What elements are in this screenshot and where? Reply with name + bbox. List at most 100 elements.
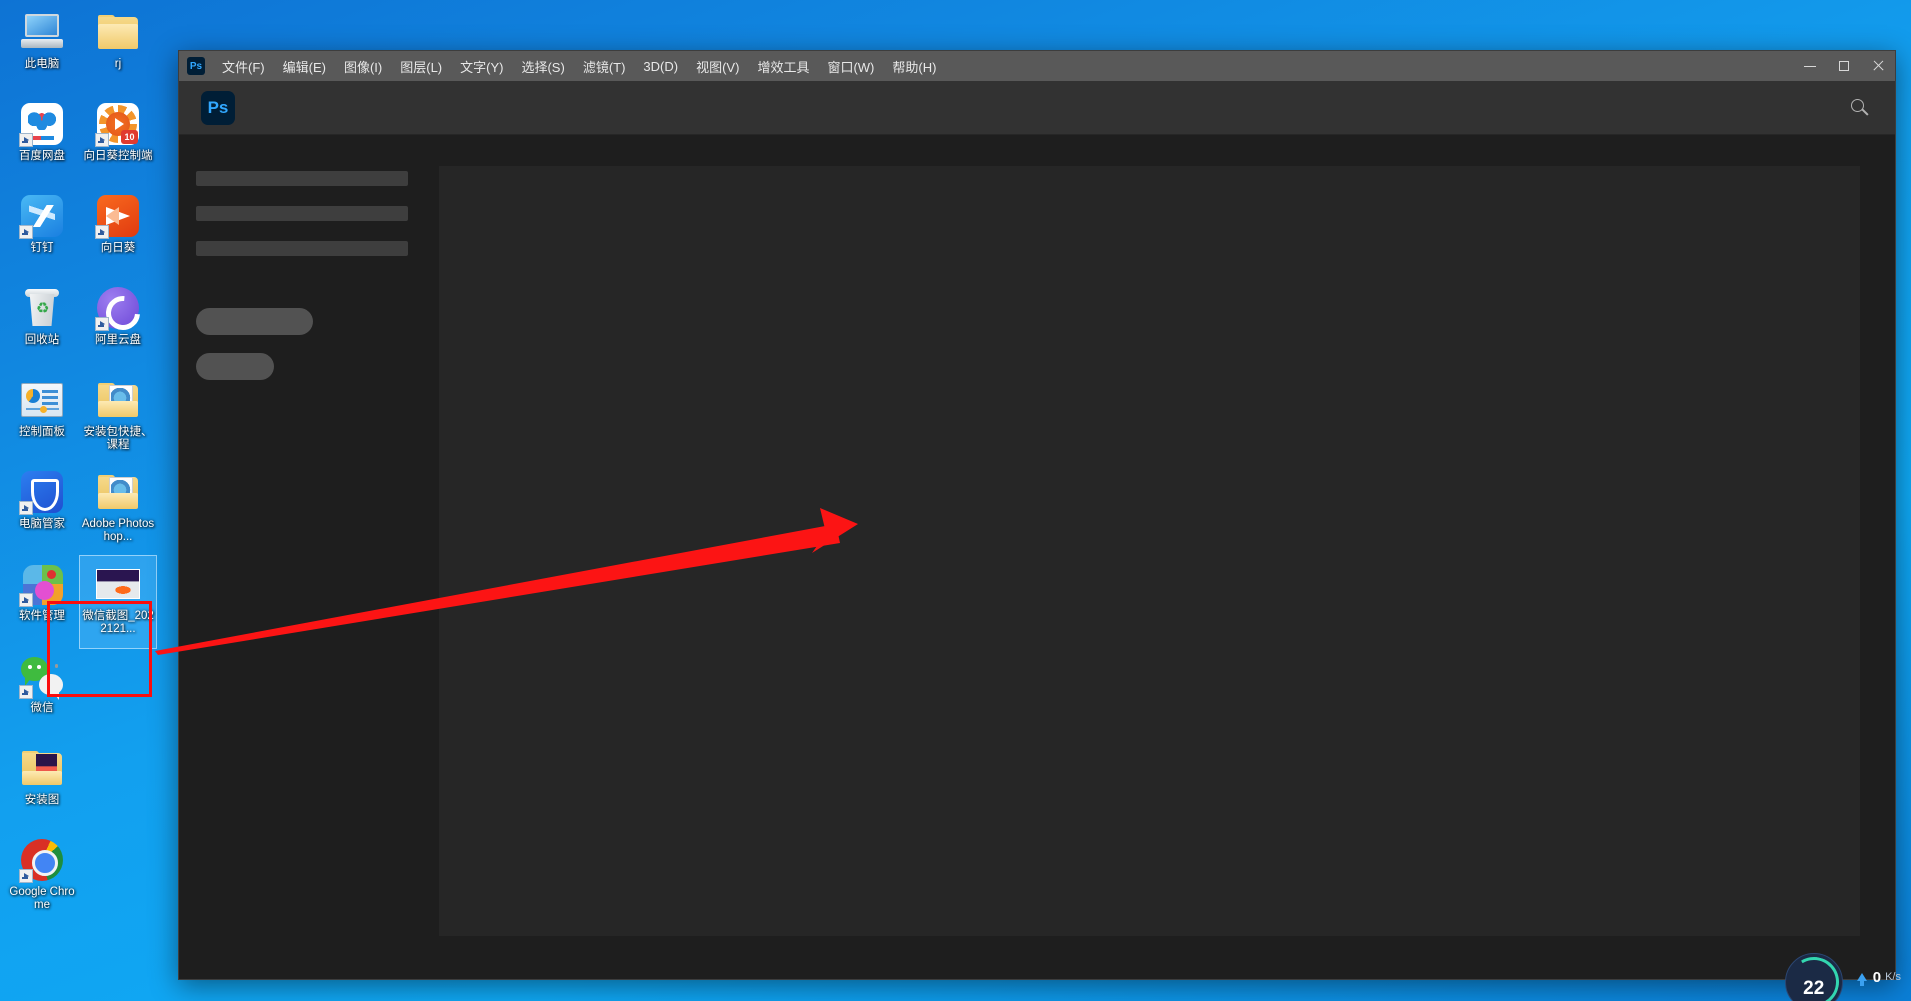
folder-icon — [96, 470, 140, 514]
desktop-icon-baidu-netdisk[interactable]: 百度网盘 — [4, 96, 80, 188]
menu-3d[interactable]: 3D(D) — [634, 54, 687, 79]
skeleton-pill-secondary[interactable] — [196, 353, 274, 380]
desktop-icon-recycle-bin[interactable]: ♻ 回收站 — [4, 280, 80, 372]
desktop-icon-wechat-screenshot[interactable]: 微信截图_2022121... — [79, 555, 157, 649]
desktop-icon-row: 钉钉 向日葵 — [4, 188, 156, 280]
menu-window[interactable]: 窗口(W) — [818, 52, 883, 81]
photoshop-app-icon: Ps — [187, 57, 205, 75]
baidu-netdisk-icon — [19, 102, 64, 147]
desktop-icon-label: 回收站 — [24, 334, 60, 346]
desktop-icon-label: Adobe Photoshop... — [81, 518, 155, 543]
menu-select[interactable]: 选择(S) — [512, 52, 573, 81]
shortcut-badge-icon — [95, 225, 109, 239]
gauge-ring-icon — [1783, 951, 1845, 1001]
desktop-icon-control-panel[interactable]: 控制面板 — [4, 372, 80, 464]
folder-icon — [96, 378, 140, 422]
photoshop-sidebar — [179, 135, 439, 979]
menu-help[interactable]: 帮助(H) — [883, 52, 945, 81]
maximize-button[interactable] — [1827, 51, 1861, 81]
skeleton-bar — [196, 241, 408, 256]
aliyun-drive-icon — [95, 286, 140, 331]
shortcut-badge-icon — [19, 225, 33, 239]
shortcut-badge-icon — [19, 593, 33, 607]
folder-icon — [96, 10, 140, 54]
desktop-icon-wechat[interactable]: 微信 — [4, 648, 80, 740]
photoshop-header-bar: Ps — [179, 81, 1895, 135]
photoshop-menubar: 文件(F) 编辑(E) 图像(I) 图层(L) 文字(Y) 选择(S) 滤镜(T… — [213, 52, 1793, 81]
desktop-icon-label: 向日葵 — [100, 242, 136, 254]
software-manager-icon — [19, 562, 64, 607]
network-speed-widget[interactable]: 0 K/s — [1856, 968, 1901, 986]
photoshop-body — [179, 135, 1895, 979]
menu-layer[interactable]: 图层(L) — [391, 52, 451, 81]
dingtalk-icon — [19, 194, 64, 239]
anniversary-badge: 10 — [121, 130, 138, 144]
desktop-icon-row: 软件管理 微信截图_2022121... — [4, 555, 157, 649]
shortcut-badge-icon — [19, 501, 33, 515]
desktop-icon-label: 微信 — [30, 702, 54, 714]
menu-file[interactable]: 文件(F) — [213, 52, 274, 81]
desktop-icon-row: 安装图 — [4, 740, 156, 832]
desktop-icon-sunlogin[interactable]: 向日葵 — [80, 188, 156, 280]
desktop-icon-label: Google Chrome — [9, 886, 75, 911]
desktop-icon-row: 微信 — [4, 648, 156, 740]
network-speed-value: 0 — [1872, 968, 1882, 986]
menu-type[interactable]: 文字(Y) — [451, 52, 512, 81]
control-panel-icon — [20, 378, 64, 422]
desktop: 此电脑 rj 百度网盘 10 向日葵控制端 钉钉 向日葵 ♻ 回收站 阿里云盘 … — [0, 0, 1911, 1001]
pc-manager-icon — [19, 470, 64, 515]
menu-filter[interactable]: 滤镜(T) — [574, 52, 635, 81]
folder-image-icon — [20, 746, 64, 790]
shortcut-badge-icon — [95, 317, 109, 331]
skeleton-pill-primary[interactable] — [196, 308, 313, 335]
desktop-icon-google-chrome[interactable]: Google Chrome — [4, 832, 80, 924]
desktop-icon-label: 安装图 — [24, 794, 60, 806]
menu-image[interactable]: 图像(I) — [335, 52, 391, 81]
menu-edit[interactable]: 编辑(E) — [274, 52, 335, 81]
desktop-icon-sunlogin-control[interactable]: 10 向日葵控制端 — [80, 96, 156, 188]
shortcut-badge-icon — [19, 869, 33, 883]
desktop-icon-label: 钉钉 — [30, 242, 54, 254]
photoshop-titlebar: Ps 文件(F) 编辑(E) 图像(I) 图层(L) 文字(Y) 选择(S) 滤… — [179, 51, 1895, 81]
shortcut-badge-icon — [19, 133, 33, 147]
desktop-icon-software-manager[interactable]: 软件管理 — [4, 556, 80, 648]
desktop-icon-install-image[interactable]: 安装图 — [4, 740, 80, 832]
desktop-icon-row: 百度网盘 10 向日葵控制端 — [4, 96, 156, 188]
minimize-button[interactable] — [1793, 51, 1827, 81]
desktop-icon-this-pc[interactable]: 此电脑 — [4, 4, 80, 96]
desktop-icon-label: 微信截图_2022121... — [82, 610, 154, 635]
sunlogin-icon — [95, 194, 140, 239]
desktop-icon-grid: 此电脑 rj 百度网盘 10 向日葵控制端 钉钉 向日葵 ♻ 回收站 阿里云盘 … — [4, 4, 157, 924]
wechat-icon — [19, 654, 64, 700]
close-icon — [1872, 60, 1884, 72]
desktop-icon-label: 此电脑 — [24, 58, 60, 70]
desktop-icon-install-pkg-folder[interactable]: 安装包快捷、课程 — [80, 372, 156, 464]
desktop-icon-pc-manager[interactable]: 电脑管家 — [4, 464, 80, 556]
cpu-gauge-widget[interactable]: 22 — [1783, 951, 1845, 1001]
upload-arrow-icon — [1856, 973, 1867, 986]
image-thumbnail-icon — [96, 562, 140, 606]
desktop-icon-label: 控制面板 — [19, 426, 65, 438]
shortcut-badge-icon — [95, 133, 109, 147]
search-icon[interactable] — [1849, 97, 1871, 119]
desktop-icon-dingtalk[interactable]: 钉钉 — [4, 188, 80, 280]
maximize-icon — [1839, 61, 1849, 71]
desktop-icon-adobe-photoshop-folder[interactable]: Adobe Photoshop... — [80, 464, 156, 556]
desktop-icon-label: 阿里云盘 — [95, 334, 141, 346]
desktop-icon-row: 此电脑 rj — [4, 4, 156, 96]
desktop-icon-label: 向日葵控制端 — [83, 150, 153, 162]
photoshop-empty-canvas[interactable] — [439, 166, 1860, 936]
desktop-icon-label: 电脑管家 — [19, 518, 65, 530]
desktop-icon-rj-folder[interactable]: rj — [80, 4, 156, 96]
desktop-icon-label: 软件管理 — [19, 610, 65, 622]
desktop-icon-aliyun-drive[interactable]: 阿里云盘 — [80, 280, 156, 372]
menu-view[interactable]: 视图(V) — [687, 52, 748, 81]
minimize-icon — [1804, 65, 1816, 67]
menu-plugins[interactable]: 增效工具 — [748, 52, 818, 81]
skeleton-bar — [196, 206, 408, 221]
window-controls — [1793, 51, 1895, 81]
sunlogin-control-icon: 10 — [95, 102, 140, 147]
computer-icon — [20, 10, 64, 54]
close-button[interactable] — [1861, 51, 1895, 81]
desktop-icon-row: 电脑管家 Adobe Photoshop... — [4, 464, 156, 556]
